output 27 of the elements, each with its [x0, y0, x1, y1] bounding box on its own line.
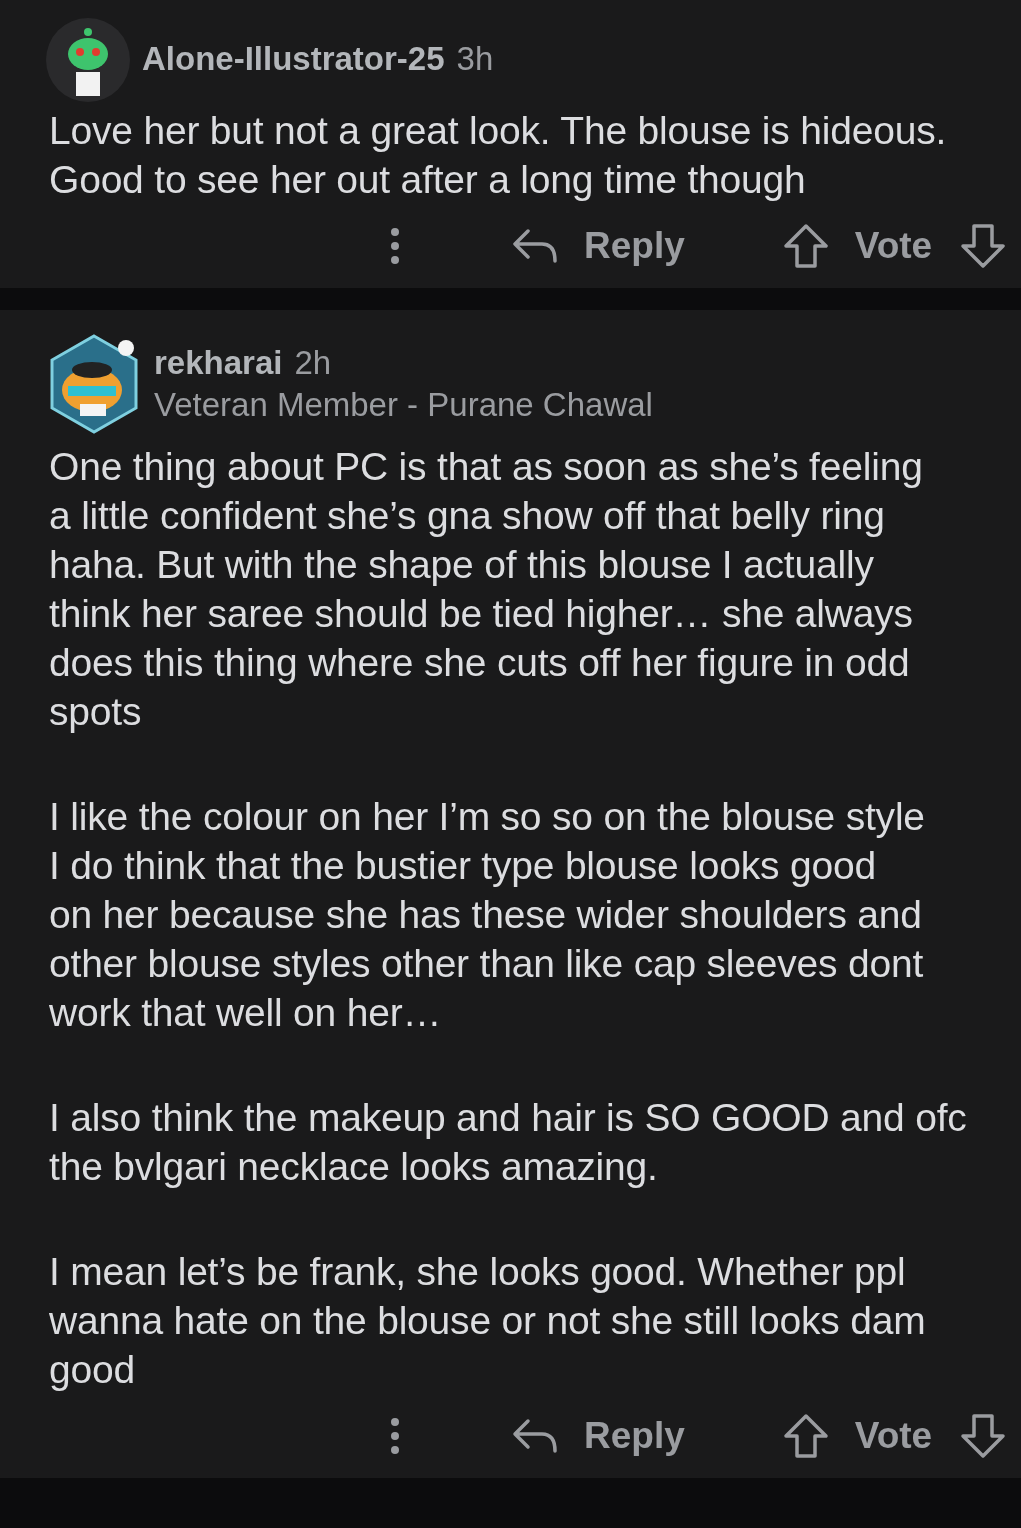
timestamp: 2h	[294, 343, 332, 383]
username[interactable]: Alone-Illustrator-25	[142, 38, 445, 80]
more-options-icon[interactable]	[390, 1417, 400, 1455]
upvote-icon	[782, 223, 829, 269]
comment-paragraph: One thing about PC is that as soon as she’s feeling a little confident she’s gna show off that belly ring haha. But with the shape of this blouse I actually think her saree should be tied higher… she always does this thing where she cuts off her figure in odd spots	[49, 444, 924, 735]
timestamp: 3h	[456, 39, 494, 79]
reply-arrow-icon	[512, 227, 558, 265]
comment-paragraph: Love her but not a great look. The blouse is hideous. Good to see her out after a long time though	[49, 108, 948, 203]
more-options-icon[interactable]	[390, 227, 400, 265]
upvote-button[interactable]	[782, 1413, 829, 1459]
downvote-icon	[960, 1413, 1007, 1459]
vote-label: Vote	[854, 1414, 933, 1459]
upvote-icon	[782, 1413, 829, 1459]
comment-paragraph: I like the colour on her I’m so so on the blouse style I do think that the bustier type blouse looks good on her because she has these wider shoulders and other blouse styles other than like cap sleeves dont work that well on her…	[49, 794, 926, 1036]
reply-button[interactable]: Reply	[512, 218, 685, 274]
downvote-button[interactable]	[960, 1413, 1007, 1459]
vote-label: Vote	[854, 224, 933, 269]
username[interactable]: rekharai	[154, 342, 283, 384]
downvote-button[interactable]	[960, 223, 1007, 269]
downvote-icon	[960, 223, 1007, 269]
reply-arrow-icon	[512, 1417, 558, 1455]
comment-paragraph: I mean let’s be frank, she looks good. Whether ppl wanna hate on the blouse or not she still looks dam good	[49, 1249, 927, 1393]
reply-button[interactable]: Reply	[512, 1408, 685, 1464]
avatar-icon	[46, 18, 130, 102]
user-flair: Veteran Member - Purane Chawal	[154, 385, 653, 425]
comment-paragraph: I also think the makeup and hair is SO GOOD and ofc the bvlgari necklace looks amazing.	[49, 1095, 968, 1190]
upvote-button[interactable]	[782, 223, 829, 269]
